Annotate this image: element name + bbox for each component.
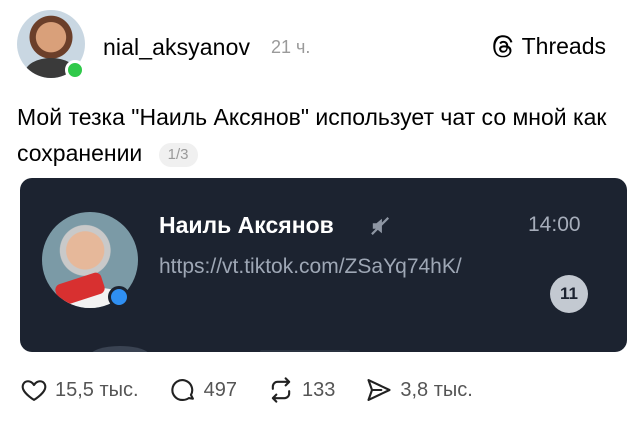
comment-button[interactable]: 497 [169, 376, 237, 404]
contact-status-dot [108, 286, 130, 308]
post-body: Мой тезка "Наиль Аксянов" использует чат… [17, 104, 607, 166]
like-count: 15,5 тыс. [55, 378, 139, 401]
unread-count-badge: 11 [550, 275, 588, 313]
threads-icon [492, 34, 513, 57]
threads-label: Threads [521, 33, 606, 59]
post-text: Мой тезка "Наиль Аксянов" использует чат… [17, 99, 627, 171]
post-timestamp: 21 ч. [271, 37, 311, 57]
share-count: 3,8 тыс. [400, 378, 473, 401]
comment-count: 497 [203, 378, 237, 401]
embedded-chat-screenshot[interactable]: Наиль Аксянов 14:00 https://vt.tiktok.co… [20, 178, 627, 352]
repost-icon [271, 377, 291, 403]
threads-brand[interactable]: Threads [490, 33, 606, 60]
heart-icon [21, 380, 47, 401]
post-actions: 15,5 тыс. 497 133 3,8 тыс. [20, 376, 503, 404]
share-button[interactable]: 3,8 тыс. [365, 376, 473, 404]
mute-icon [371, 217, 390, 235]
next-row-avatar-hint [90, 346, 150, 352]
repost-button[interactable]: 133 [267, 376, 335, 404]
chat-message-preview: https://vt.tiktok.com/ZSaYq74hK/ [159, 255, 462, 278]
chat-contact-name: Наиль Аксянов [159, 212, 334, 238]
author-username[interactable]: nial_aksyanov [103, 34, 250, 61]
next-row-text-hint [260, 350, 350, 352]
share-icon [367, 379, 391, 401]
chat-time: 14:00 [528, 213, 581, 236]
image-page-indicator: 1/3 [158, 142, 198, 167]
like-button[interactable]: 15,5 тыс. [20, 376, 139, 404]
comment-icon [170, 379, 194, 401]
repost-count: 133 [301, 378, 336, 401]
online-status-dot [65, 60, 85, 80]
